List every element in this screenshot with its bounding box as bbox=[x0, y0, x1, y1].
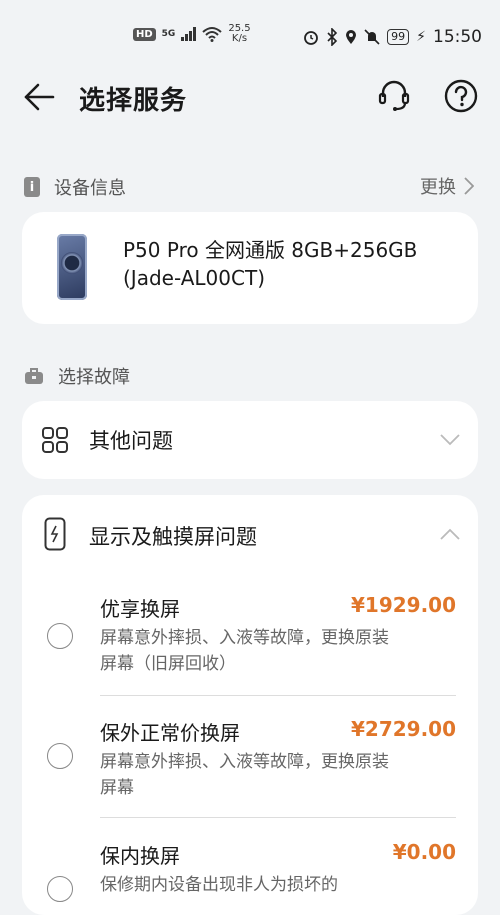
other-issue-row[interactable]: 其他问题 bbox=[22, 401, 478, 479]
signal-icon bbox=[181, 27, 197, 41]
bluetooth-icon bbox=[327, 28, 338, 46]
hd-badge: HD bbox=[133, 27, 156, 41]
battery-icon: 99 bbox=[387, 29, 410, 45]
device-image bbox=[57, 234, 87, 300]
change-label: 更换 bbox=[420, 177, 456, 198]
divider bbox=[100, 817, 456, 818]
option-price: ¥2729.00 bbox=[350, 717, 456, 741]
device-card[interactable]: P50 Pro 全网通版 8GB+256GB (Jade-AL00CT) bbox=[22, 212, 478, 324]
speed-unit: K/s bbox=[231, 33, 248, 44]
grid-icon bbox=[42, 427, 68, 453]
network-type: 5G bbox=[161, 29, 176, 39]
option-radio[interactable] bbox=[47, 876, 73, 902]
option-price: ¥1929.00 bbox=[350, 593, 456, 617]
option-title: 保内换屏 bbox=[100, 844, 180, 868]
mute-bell-icon bbox=[364, 29, 380, 45]
alarm-icon bbox=[304, 31, 319, 45]
screen-issue-label[interactable]: 显示及触摸屏问题 bbox=[89, 521, 257, 551]
option-price: ¥0.00 bbox=[392, 840, 456, 864]
back-arrow-icon[interactable] bbox=[22, 82, 56, 112]
fault-section-label: 选择故障 bbox=[24, 363, 130, 389]
status-left-icons: HD 5G 25.5 K/s bbox=[133, 24, 251, 44]
status-time: 15:50 bbox=[433, 27, 482, 47]
wifi-icon bbox=[202, 27, 222, 42]
option-description: 保修期内设备出现非人为损坏的 bbox=[100, 875, 338, 895]
help-icon[interactable] bbox=[443, 78, 479, 114]
device-info-label: 设备信息 bbox=[54, 178, 126, 199]
option-radio[interactable] bbox=[47, 743, 73, 769]
charging-icon: ⚡ bbox=[416, 29, 426, 45]
toolbox-icon bbox=[25, 368, 43, 384]
screen-issue-card: 显示及触摸屏问题 优享换屏 ¥1929.00 屏幕意外摔损、入液等故障，更换原装… bbox=[22, 495, 478, 915]
option-title: 保外正常价换屏 bbox=[100, 721, 240, 745]
status-right-icons: 99 ⚡ 15:50 bbox=[303, 27, 482, 47]
chevron-up-icon[interactable] bbox=[440, 528, 460, 540]
fault-label-text: 选择故障 bbox=[58, 367, 130, 388]
phone-outline-icon bbox=[44, 517, 66, 551]
option-description: 屏幕意外摔损、入液等故障，更换原装屏幕 bbox=[100, 752, 389, 798]
option-radio[interactable] bbox=[47, 623, 73, 649]
status-bar: HD 5G 25.5 K/s 99 ⚡ 15:50 bbox=[0, 0, 500, 72]
option-description: 屏幕意外摔损、入液等故障，更换原装屏幕（旧屏回收） bbox=[100, 628, 389, 674]
option-title: 优享换屏 bbox=[100, 597, 180, 621]
chevron-down-icon bbox=[440, 434, 460, 446]
chevron-right-icon bbox=[464, 177, 474, 195]
device-info-section-label: i 设备信息 bbox=[24, 174, 126, 200]
divider bbox=[100, 695, 456, 696]
device-name: P50 Pro 全网通版 8GB+256GB (Jade-AL00CT) bbox=[123, 238, 418, 290]
network-speed: 25.5 K/s bbox=[228, 24, 250, 44]
app-header: 选择服务 bbox=[0, 72, 500, 122]
change-device-button[interactable]: 更换 bbox=[420, 173, 474, 199]
page-title: 选择服务 bbox=[79, 86, 188, 116]
customer-service-icon[interactable] bbox=[376, 78, 412, 114]
info-icon: i bbox=[24, 177, 40, 197]
location-icon bbox=[346, 30, 357, 44]
other-issue-label: 其他问题 bbox=[89, 429, 173, 453]
